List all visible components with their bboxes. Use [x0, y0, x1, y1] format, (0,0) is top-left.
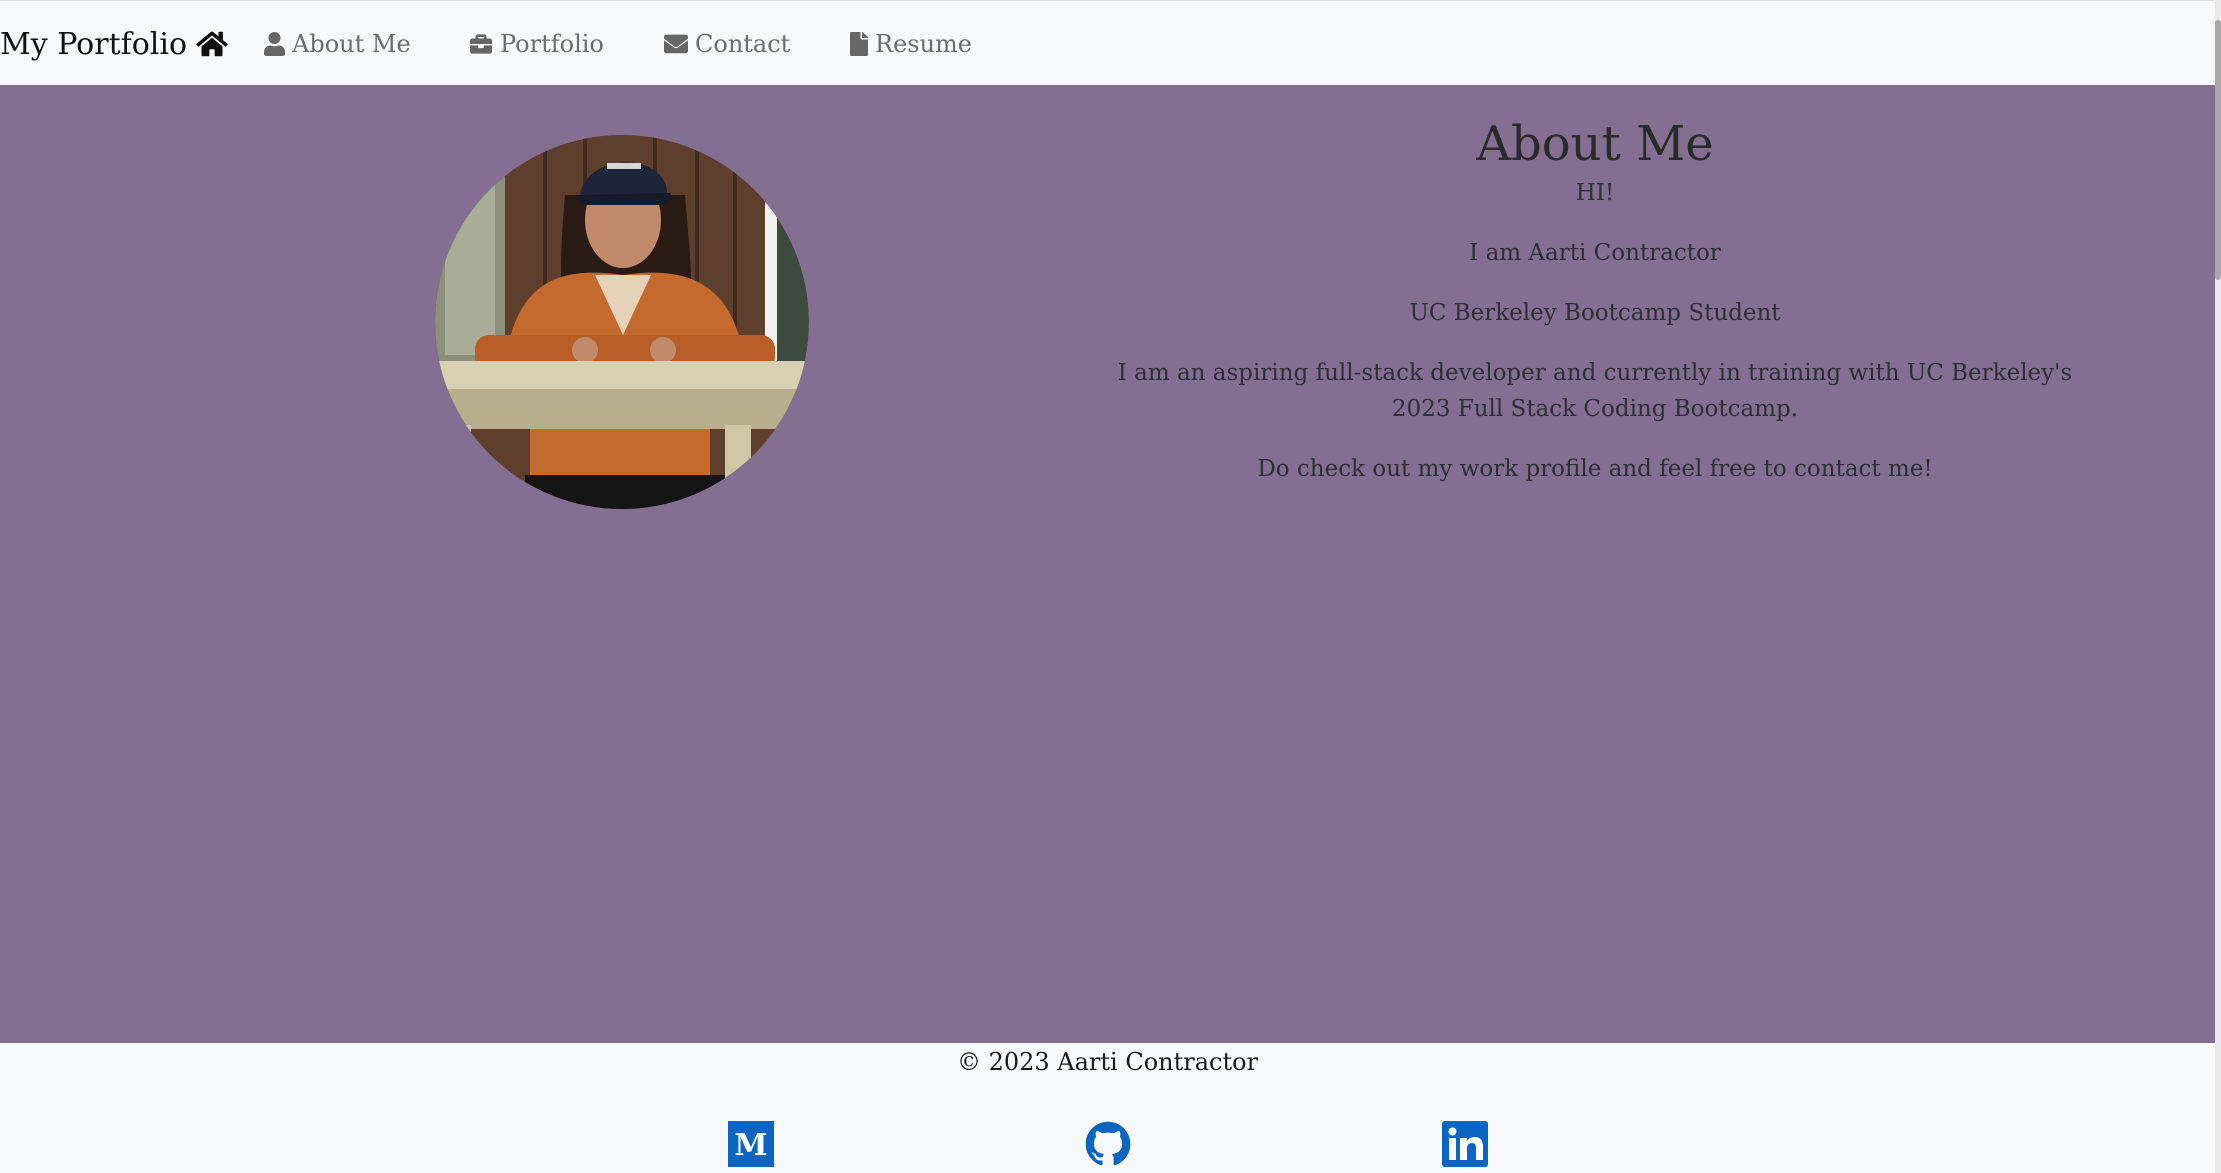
scrollbar-thumb[interactable]: [2215, 20, 2221, 280]
nav-contact-label: Contact: [695, 30, 791, 58]
github-icon: [1085, 1121, 1131, 1166]
linkedin-link[interactable]: [1442, 1121, 1488, 1167]
envelope-icon: [664, 34, 688, 54]
nav-portfolio[interactable]: Portfolio: [469, 27, 604, 61]
page-footer: © 2023 Aarti Contractor M: [0, 1043, 2215, 1173]
medium-link[interactable]: M: [728, 1121, 774, 1167]
nav-portfolio-label: Portfolio: [500, 30, 604, 58]
page-scrollbar[interactable]: [2215, 0, 2221, 1173]
linkedin-icon: [1442, 1121, 1488, 1167]
role-text: UC Berkeley Bootcamp Student: [1409, 300, 1781, 326]
bio-text: I am an aspiring full-stack developer an…: [1117, 360, 2073, 422]
medium-icon: M: [728, 1121, 774, 1167]
file-icon: [850, 32, 868, 56]
profile-photo: [435, 135, 809, 509]
nav-resume-label: Resume: [875, 30, 973, 58]
copyright-text: © 2023 Aarti Contractor: [956, 1048, 1259, 1076]
nav-about-me[interactable]: About Me: [264, 27, 411, 61]
user-icon: [264, 32, 285, 56]
nav-resume[interactable]: Resume: [850, 27, 972, 61]
about-heading: About Me: [1476, 116, 1714, 172]
nav-contact[interactable]: Contact: [664, 27, 790, 61]
cta-text: Do check out my work profile and feel fr…: [1257, 456, 1933, 482]
brand-link[interactable]: My Portfolio: [0, 23, 228, 65]
name-text: I am Aarti Contractor: [1469, 240, 1721, 266]
profile-photo-illustration: [435, 135, 809, 509]
top-navbar: My Portfolio About Me Portfolio Contact …: [0, 0, 2215, 86]
brand-label: My Portfolio: [0, 26, 188, 62]
about-section: About Me HI! I am Aarti Contractor UC Be…: [0, 85, 2215, 1043]
home-icon: [196, 31, 228, 57]
greeting-text: HI!: [1575, 180, 1615, 206]
svg-text:M: M: [734, 1128, 767, 1163]
about-content: About Me HI! I am Aarti Contractor UC Be…: [1110, 115, 2080, 487]
briefcase-icon: [470, 34, 492, 54]
github-link[interactable]: [1084, 1121, 1131, 1167]
nav-about-me-label: About Me: [292, 30, 411, 58]
